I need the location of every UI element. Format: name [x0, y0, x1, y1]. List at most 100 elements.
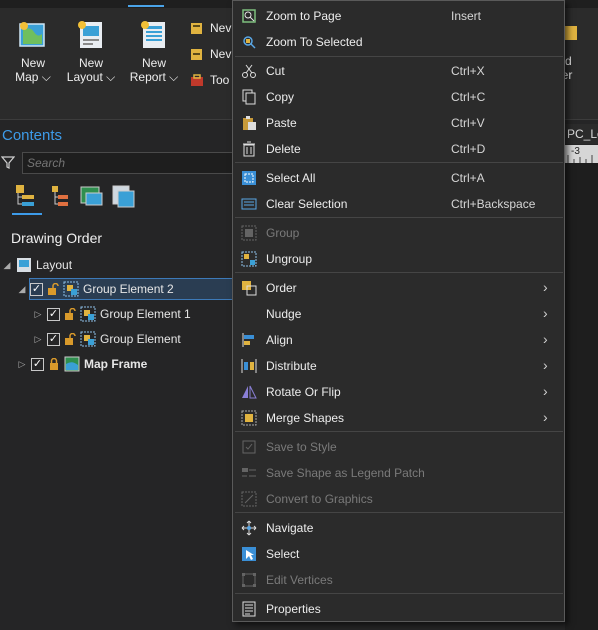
menu-item-select[interactable]: Select — [233, 541, 564, 567]
layout-canvas[interactable] — [565, 163, 598, 630]
unlock-icon[interactable] — [47, 282, 59, 295]
visibility-checkbox[interactable]: ✓ — [31, 357, 44, 371]
new-map-icon — [18, 20, 48, 50]
tree-item-map-frame[interactable]: ▷ ✓ Map Frame — [17, 353, 147, 375]
menu-item-paste[interactable]: Paste Ctrl+V — [233, 110, 564, 136]
menu-item-copy[interactable]: Copy Ctrl+C — [233, 84, 564, 110]
tree-item-group-element-1[interactable]: ▷ ✓ Group Element 1 — [33, 303, 191, 325]
menu-item-convert-to-graphics[interactable]: Convert to Graphics — [233, 486, 564, 512]
menu-item-zoom-to-page[interactable]: Zoom to Page Insert — [233, 3, 564, 29]
new-layout-label-line2: Layout ⌵ — [66, 70, 116, 84]
drawing-order-heading: Drawing Order — [11, 230, 103, 246]
horizontal-ruler: -3 — [565, 145, 598, 163]
menu-item-rotate-or-flip[interactable]: Rotate Or Flip › — [233, 379, 564, 405]
group-element-icon — [80, 331, 96, 347]
menu-item-label: Convert to Graphics — [266, 492, 373, 506]
contents-search-box[interactable] — [22, 152, 234, 174]
menu-item-label: Group — [266, 226, 300, 240]
new-layout-button[interactable]: New Layout ⌵ — [64, 20, 118, 84]
align-icon — [241, 332, 257, 348]
menu-item-save-shape-legend-patch[interactable]: Save Shape as Legend Patch — [233, 460, 564, 486]
menu-item-label: Navigate — [266, 521, 314, 535]
menu-item-cut[interactable]: Cut Ctrl+X — [233, 58, 564, 84]
visibility-checkbox[interactable]: ✓ — [47, 307, 60, 321]
paste-icon — [241, 115, 257, 131]
menu-item-order[interactable]: Order › — [233, 275, 564, 301]
menu-item-delete[interactable]: Delete Ctrl+D — [233, 136, 564, 162]
menu-item-edit-vertices[interactable]: Edit Vertices — [233, 567, 564, 593]
menu-separator — [235, 431, 563, 432]
menu-item-nudge[interactable]: Nudge › — [233, 301, 564, 327]
menu-separator — [235, 56, 563, 57]
layouts-icon — [112, 185, 135, 208]
visibility-checkbox[interactable]: ✓ — [47, 332, 60, 346]
scissors-icon — [241, 63, 257, 79]
tree-item-label: Layout — [36, 258, 73, 272]
order-icon — [241, 280, 257, 296]
unlock-icon[interactable] — [64, 307, 76, 320]
menu-item-shortcut: Ctrl+Backspace — [451, 197, 536, 211]
ribbon-small-item-3[interactable]: Too — [190, 70, 229, 90]
menu-separator — [235, 593, 563, 594]
tree-item-layout[interactable]: ◢ Layout — [2, 254, 72, 276]
expand-arrow-icon[interactable]: ▷ — [33, 334, 43, 344]
menu-item-distribute[interactable]: Distribute › — [233, 353, 564, 379]
select-cursor-icon — [241, 546, 257, 562]
selection-tab[interactable] — [46, 183, 76, 215]
menu-item-label: Order — [266, 281, 297, 295]
layout-view-tab[interactable] — [110, 183, 140, 215]
expand-arrow-icon[interactable]: ▷ — [33, 309, 43, 319]
tree-item-label: Group Element — [100, 332, 181, 346]
menu-item-group[interactable]: Group — [233, 220, 564, 246]
menu-item-label: Ungroup — [266, 252, 313, 266]
tree-item-group-element[interactable]: ▷ ✓ Group Element — [33, 328, 181, 350]
new-layout-icon — [76, 20, 106, 50]
toolbox-icon — [190, 73, 204, 87]
lock-icon[interactable] — [48, 357, 60, 370]
legend-patch-icon — [241, 465, 257, 481]
menu-item-shortcut: Ctrl+V — [451, 116, 485, 130]
submenu-arrow-icon: › — [543, 331, 548, 347]
menu-item-select-all[interactable]: Select All Ctrl+A — [233, 165, 564, 191]
menu-item-clear-selection[interactable]: Clear Selection Ctrl+Backspace — [233, 191, 564, 217]
group-icon — [241, 225, 257, 241]
menu-item-label: Align — [266, 333, 293, 347]
trash-icon — [241, 141, 257, 157]
list-by-selection-icon — [52, 186, 68, 206]
tree-item-group-element-2[interactable]: ✓ Group Element 2 — [29, 278, 235, 300]
menu-separator — [235, 217, 563, 218]
contents-pane-title: Contents — [2, 127, 63, 144]
navigate-icon — [241, 520, 257, 536]
menu-item-merge-shapes[interactable]: Merge Shapes › — [233, 405, 564, 431]
visibility-checkbox[interactable]: ✓ — [30, 282, 43, 296]
menu-item-align[interactable]: Align › — [233, 327, 564, 353]
map-view-tab[interactable] — [78, 183, 108, 215]
ribbon-small-item-1[interactable]: Nev — [190, 18, 231, 38]
properties-icon — [241, 601, 257, 617]
ribbon-small-item-2[interactable]: Nev — [190, 44, 231, 64]
filter-icon[interactable] — [0, 155, 16, 169]
menu-item-save-to-style[interactable]: Save to Style — [233, 434, 564, 460]
search-input[interactable] — [23, 153, 233, 173]
expand-arrow-icon[interactable]: ▷ — [17, 359, 27, 369]
collapse-arrow-icon[interactable]: ◢ — [17, 284, 27, 294]
menu-item-label: Copy — [266, 90, 295, 104]
new-report-button[interactable]: New Report ⌵ — [127, 20, 181, 84]
menu-item-zoom-to-selected[interactable]: Zoom To Selected — [233, 29, 564, 55]
map-frame-tab-icon — [80, 186, 103, 206]
group-element-icon — [63, 281, 79, 297]
edit-vertices-icon — [241, 572, 257, 588]
collapse-arrow-icon[interactable]: ◢ — [2, 260, 12, 270]
submenu-arrow-icon: › — [543, 409, 548, 425]
menu-item-ungroup[interactable]: Ungroup — [233, 246, 564, 272]
new-map-button[interactable]: New Map ⌵ — [6, 20, 60, 84]
new-item-icon — [190, 47, 204, 61]
menu-item-label: Nudge — [266, 307, 302, 321]
unlock-icon[interactable] — [64, 332, 76, 345]
drawing-order-tab[interactable] — [12, 183, 42, 215]
menu-item-properties[interactable]: Properties — [233, 596, 564, 622]
menu-item-navigate[interactable]: Navigate — [233, 515, 564, 541]
copy-icon — [241, 89, 257, 105]
layout-view-tab-label[interactable]: PC_Lo — [565, 124, 598, 144]
map-frame-icon — [64, 356, 80, 372]
